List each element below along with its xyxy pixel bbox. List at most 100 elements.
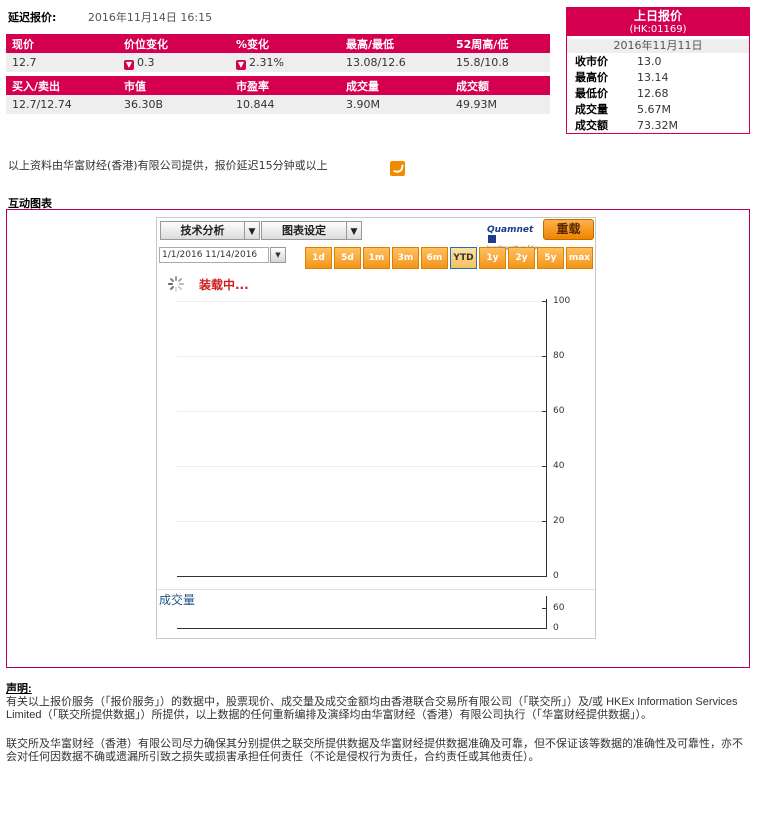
- previous-day-header: 上日报价 (HK:01169): [567, 8, 749, 36]
- chevron-down-icon: ▼: [248, 227, 256, 237]
- chevron-down-icon: ▼: [350, 227, 358, 237]
- prev-row: 成交额 73.32M: [575, 118, 749, 134]
- volume-separator: [157, 589, 595, 590]
- down-arrow-icon: ▼: [236, 59, 246, 70]
- prev-row: 成交量 5.67M: [575, 102, 749, 118]
- previous-day-date: 2016年11月11日: [567, 39, 749, 53]
- grid-line: [177, 301, 543, 302]
- header-volume: 成交量: [340, 76, 450, 95]
- disclaimer-paragraph-2: 联交所及华富财经（香港）有限公司尽力确保其分别提供之联交所提供数据及华富财经提供…: [6, 738, 743, 763]
- prev-row: 收市价 13.0: [575, 54, 749, 70]
- header-price: 现价: [6, 34, 118, 53]
- prev-row: 最低价 12.68: [575, 86, 749, 102]
- value-bid-ask: 12.7/12.74: [6, 95, 118, 114]
- volume-y-axis: [546, 596, 547, 628]
- y-axis: [546, 299, 547, 576]
- date-range-dropdown-button[interactable]: ▼: [270, 247, 286, 263]
- value-pct-change: 2.31%: [249, 55, 284, 69]
- volume-y-tick: [542, 628, 546, 629]
- y-tick-label: 80: [553, 351, 565, 361]
- technical-analysis-dropdown[interactable]: 技术分析 ▼: [160, 221, 260, 240]
- header-pe-ratio: 市盈率: [230, 76, 340, 95]
- volume-y-tick-label: 60: [553, 603, 565, 613]
- range-button-1m[interactable]: 1m: [363, 247, 390, 269]
- header-change: 价位变化: [118, 34, 230, 53]
- prev-row-label: 收市价: [575, 55, 608, 68]
- volume-x-axis: [177, 628, 547, 629]
- quamnet-logo: Quamnet Investing with an Edge: [487, 225, 539, 250]
- spinner-icon: [168, 276, 184, 292]
- delayed-quote-label: 延迟报价:: [8, 11, 57, 24]
- value-pe-ratio: 10.844: [230, 95, 340, 114]
- value-turnover: 49.93M: [450, 95, 550, 114]
- y-tick-label: 60: [553, 406, 565, 416]
- previous-day-quote-box: 上日报价 (HK:01169) 2016年11月11日 收市价 13.0 最高价 1…: [566, 7, 750, 134]
- header-bid-ask: 买入/卖出: [6, 76, 118, 95]
- grid-line: [177, 411, 543, 412]
- prev-row-value: 5.67M: [637, 103, 671, 116]
- y-tick: [542, 466, 546, 467]
- quote-table-2: 买入/卖出 市值 市盈率 成交量 成交额 12.7/12.74 36.30B 1…: [6, 76, 550, 114]
- header-high-low: 最高/最低: [340, 34, 450, 53]
- range-button-5d[interactable]: 5d: [334, 247, 361, 269]
- prev-row-value: 13.14: [637, 71, 669, 84]
- range-button-ytd[interactable]: YTD: [450, 247, 477, 269]
- brand-name: Quamnet: [487, 225, 534, 235]
- chart-widget: 技术分析▼ 图表设定▼ Quamnet Investing with an Ed…: [156, 217, 596, 639]
- prev-row-label: 成交量: [575, 103, 608, 116]
- grid-line: [177, 521, 543, 522]
- value-volume: 3.90M: [340, 95, 450, 114]
- prev-row-value: 73.32M: [637, 119, 678, 132]
- delayed-quote-row: 延迟报价: 2016年11月14日 16:15: [8, 9, 212, 25]
- y-tick-label: 100: [553, 296, 571, 306]
- header-pct-change: %变化: [230, 34, 340, 53]
- disclaimer-paragraph-1: 有关以上报价服务（「报价服务」）的数据中，股票现价、成交量及成交金额均由香港联合…: [6, 696, 738, 721]
- y-tick-label: 20: [553, 516, 565, 526]
- value-pct-change-cell: ▼ 2.31%: [230, 53, 340, 72]
- value-change-cell: ▼ 0.3: [118, 53, 230, 72]
- prev-row-label: 成交额: [575, 119, 608, 132]
- data-source-note: 以上资料由华富财经(香港)有限公司提供，报价延迟15分钟或以上: [8, 159, 328, 172]
- prev-row-label: 最低价: [575, 87, 608, 100]
- range-button-1y[interactable]: 1y: [479, 247, 506, 269]
- range-button-max[interactable]: max: [566, 247, 593, 269]
- stock-code: (HK:01169): [629, 24, 687, 35]
- range-button-6m[interactable]: 6m: [421, 247, 448, 269]
- volume-label: 成交量: [159, 593, 196, 607]
- value-52w-high-low: 15.8/10.8: [450, 53, 550, 72]
- volume-y-tick-label: 0: [553, 623, 559, 633]
- date-range-input[interactable]: 1/1/2016 11/14/2016: [159, 247, 269, 263]
- value-change: 0.3: [137, 55, 155, 69]
- logo-square-icon: [488, 235, 496, 243]
- disclaimer-title: 声明:: [6, 683, 32, 695]
- y-tick-label: 0: [553, 571, 559, 581]
- range-button-3m[interactable]: 3m: [392, 247, 419, 269]
- y-tick-label: 40: [553, 461, 565, 471]
- reload-button[interactable]: 重载: [543, 219, 594, 240]
- prev-row-label: 最高价: [575, 71, 608, 84]
- chart-settings-dropdown[interactable]: 图表设定 ▼: [261, 221, 362, 240]
- y-tick: [542, 356, 546, 357]
- x-axis: [177, 576, 547, 577]
- quote-timestamp: 2016年11月14日 16:15: [87, 11, 213, 24]
- technical-analysis-label: 技术分析: [161, 222, 245, 239]
- range-button-5y[interactable]: 5y: [537, 247, 564, 269]
- previous-day-title: 上日报价: [633, 9, 682, 23]
- value-high-low: 13.08/12.6: [340, 53, 450, 72]
- volume-y-tick: [542, 608, 546, 609]
- range-button-2y[interactable]: 2y: [508, 247, 535, 269]
- disclaimer: 声明: 有关以上报价服务（「报价服务」）的数据中，股票现价、成交量及成交金额均由…: [6, 683, 748, 764]
- range-button-1d[interactable]: 1d: [305, 247, 332, 269]
- header-turnover: 成交额: [450, 76, 550, 95]
- down-arrow-icon: ▼: [124, 59, 134, 70]
- chart-settings-label: 图表设定: [262, 222, 347, 239]
- grid-line: [177, 356, 543, 357]
- y-tick: [542, 301, 546, 302]
- header-market-cap: 市值: [118, 76, 230, 95]
- y-tick: [542, 411, 546, 412]
- y-tick: [542, 521, 546, 522]
- value-market-cap: 36.30B: [118, 95, 230, 114]
- provider-logo-icon[interactable]: [390, 161, 405, 176]
- prev-row: 最高价 13.14: [575, 70, 749, 86]
- y-tick: [542, 576, 546, 577]
